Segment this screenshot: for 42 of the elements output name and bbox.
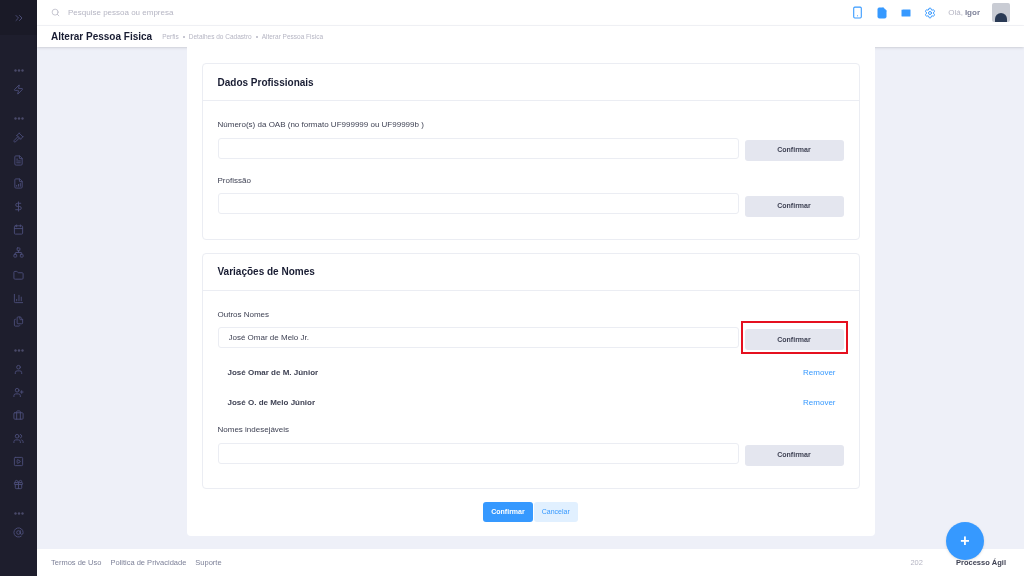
section-title: Dados Profissionais bbox=[217, 75, 314, 90]
report-icon[interactable] bbox=[13, 178, 24, 189]
dots-icon bbox=[13, 349, 24, 352]
phone-icon[interactable] bbox=[851, 6, 865, 20]
network-icon[interactable] bbox=[13, 247, 24, 258]
briefcase-icon[interactable] bbox=[13, 410, 24, 421]
field-label: Número(s) da OAB (no formato UF999999 ou UF99999b ) bbox=[217, 119, 425, 132]
at-icon[interactable] bbox=[13, 527, 24, 538]
lightning-icon[interactable] bbox=[13, 84, 24, 95]
avatar[interactable] bbox=[992, 3, 1010, 23]
files-icon[interactable] bbox=[13, 316, 24, 327]
mail-icon[interactable] bbox=[900, 6, 913, 19]
page-title: Alterar Pessoa Fisica bbox=[51, 30, 153, 45]
text-field[interactable]: José Omar de Melo Jr. bbox=[217, 327, 739, 349]
dots-icon bbox=[13, 69, 24, 72]
calendar-icon[interactable] bbox=[13, 224, 24, 235]
play-icon[interactable] bbox=[13, 456, 24, 467]
field-label: Profissão bbox=[217, 174, 252, 187]
field-label: Outros Nomes bbox=[217, 308, 271, 321]
folder-icon[interactable] bbox=[13, 270, 24, 281]
add-button[interactable]: + bbox=[946, 522, 984, 560]
greeting: Olá, bbox=[948, 6, 963, 19]
dots-icon bbox=[13, 512, 24, 515]
remove-link[interactable]: Remover bbox=[803, 397, 836, 410]
dollar-icon[interactable] bbox=[13, 201, 24, 212]
chart-icon[interactable] bbox=[13, 293, 24, 304]
document-icon[interactable] bbox=[13, 155, 24, 166]
section-title: Variações de Nomes bbox=[217, 265, 315, 280]
name-variation: José O. de Melo Júnior bbox=[227, 397, 316, 410]
settings-icon[interactable] bbox=[924, 6, 937, 19]
file-icon[interactable] bbox=[876, 6, 889, 19]
gift-icon[interactable] bbox=[13, 479, 24, 490]
add-user-icon[interactable] bbox=[13, 387, 24, 398]
user-name: Igor bbox=[964, 6, 980, 19]
name-variation: José Omar de M. Júnior bbox=[227, 367, 319, 380]
remove-link[interactable]: Remover bbox=[803, 367, 836, 380]
user-icon[interactable] bbox=[13, 364, 24, 375]
dots-icon bbox=[13, 117, 24, 120]
gavel-icon[interactable] bbox=[13, 132, 24, 143]
search-icon bbox=[51, 8, 60, 18]
field-label: Nomes indesejáveis bbox=[217, 424, 291, 437]
users-icon[interactable] bbox=[13, 433, 24, 444]
